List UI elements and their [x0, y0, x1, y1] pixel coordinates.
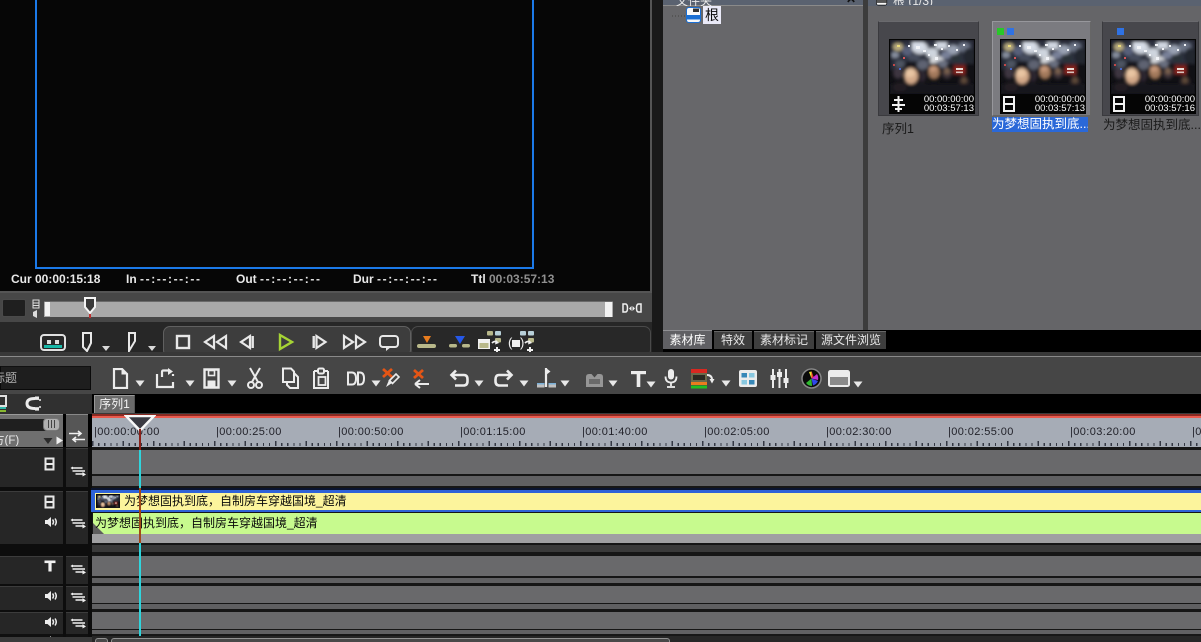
svg-text:): ): [520, 335, 524, 350]
